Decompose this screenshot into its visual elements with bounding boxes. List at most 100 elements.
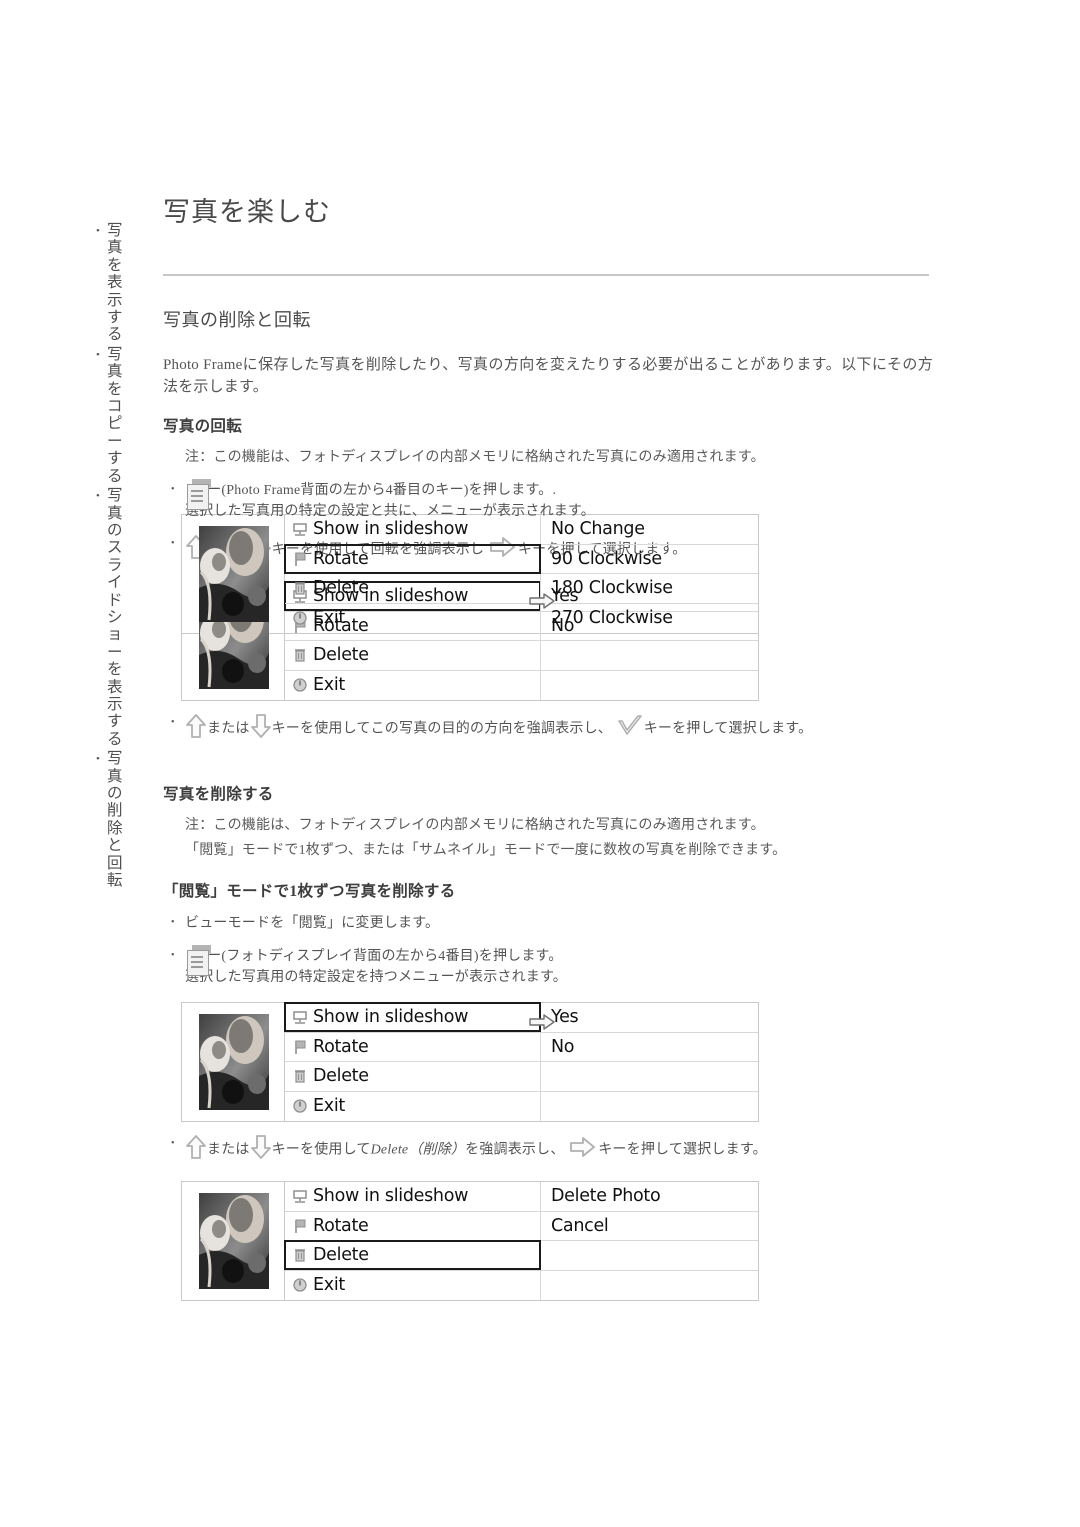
menu-row[interactable]: Rotate 90 Clockwise bbox=[284, 543, 758, 574]
menu-row-value: Cancel bbox=[551, 1215, 609, 1236]
menu-screenshot-2: Show in slideshow No Change Rotate 90 Cl… bbox=[181, 514, 759, 634]
menu-row-label: Delete bbox=[313, 645, 369, 666]
sidebar-bullet: • bbox=[96, 348, 100, 361]
menu-row-label-cell[interactable]: Exit bbox=[285, 1091, 541, 1121]
photo-thumbnail bbox=[199, 1193, 269, 1289]
menu-row-label-cell[interactable]: Delete bbox=[284, 1240, 541, 1270]
menu-row-value-cell[interactable]: Delete Photo bbox=[541, 1182, 758, 1211]
menu-row-label-cell[interactable]: Delete bbox=[285, 1062, 541, 1091]
menu-row-label-cell[interactable]: Rotate bbox=[285, 1211, 541, 1240]
photo-thumbnail-cell bbox=[182, 1182, 285, 1300]
delete-note-1: 注：この機能は、フォトディスプレイの内部メモリに格納された写真にのみ適用されます… bbox=[185, 818, 765, 833]
menu-row[interactable]: Exit bbox=[285, 1270, 758, 1301]
sidebar-bullet: • bbox=[96, 490, 100, 503]
menu-row-label-cell[interactable]: Show in slideshow bbox=[284, 1002, 555, 1032]
menu-row-label: Show in slideshow bbox=[313, 1186, 469, 1207]
arrow-down-icon bbox=[250, 713, 272, 746]
menu-row-label: Rotate bbox=[313, 548, 369, 569]
photo-thumbnail-cell bbox=[182, 1003, 285, 1121]
menu-row[interactable]: Show in slideshow Delete Photo bbox=[285, 1182, 758, 1212]
menu-row-label-cell[interactable]: Exit bbox=[285, 603, 541, 633]
sidebar-vertical-toc: • 写真を表示する • 写真をコピーする • 写真のスライドショーを表示する •… bbox=[96, 222, 156, 891]
menu-row[interactable]: Exit 270 Clockwise bbox=[285, 603, 758, 634]
menu-list: Show in slideshow Delete Photo Rotate Ca… bbox=[284, 1182, 758, 1301]
sidebar-item-copy-photos[interactable]: • 写真をコピーする bbox=[96, 346, 156, 485]
menu-row[interactable]: Rotate No bbox=[285, 1032, 758, 1062]
projector-icon bbox=[292, 1188, 308, 1204]
section-heading: 写真の削除と回転 bbox=[163, 310, 311, 330]
arrow-up-icon bbox=[185, 713, 207, 746]
rotate-step-3-part3: キーを押して選択します。 bbox=[643, 721, 813, 737]
menu-row-value-cell[interactable] bbox=[541, 1241, 758, 1270]
rotate-step-3-body: または キーを使用してこの写真の目的の方向を強調表示し、 キーを押して選択します… bbox=[185, 713, 933, 746]
menu-row-value-cell[interactable]: 180 Clockwise bbox=[541, 574, 758, 603]
delete-step-3-italic: Delete（削除） bbox=[370, 1142, 466, 1158]
menu-row-value-cell[interactable] bbox=[541, 1062, 758, 1091]
menu-row-value-cell[interactable]: Yes bbox=[541, 1003, 758, 1032]
menu-row-label-cell[interactable]: Exit bbox=[285, 1270, 541, 1300]
menu-row[interactable]: Show in slideshow Yes bbox=[284, 1002, 758, 1033]
menu-row-label-cell[interactable]: Delete bbox=[285, 641, 541, 670]
menu-row-value: 270 Clockwise bbox=[551, 608, 673, 629]
menu-row-label: Show in slideshow bbox=[313, 519, 469, 540]
menu-row[interactable]: Delete bbox=[285, 641, 758, 671]
menu-row-value-cell[interactable] bbox=[541, 1271, 758, 1301]
sidebar-item-label: 写真のスライドショーを表示する bbox=[107, 487, 123, 748]
menu-row-value-cell[interactable] bbox=[541, 671, 758, 701]
sidebar-item-delete-rotate[interactable]: • 写真の削除と回転 bbox=[96, 750, 156, 889]
subsection-heading-delete: 写真を削除する bbox=[163, 786, 274, 803]
intro-paragraph: Photo Frameに保存した写真を削除したり、写真の方向を変えたりする必要が… bbox=[163, 357, 933, 395]
checkmark-icon bbox=[616, 713, 644, 746]
menu-row[interactable]: Exit bbox=[285, 670, 758, 701]
menu-row-label-cell[interactable]: Rotate bbox=[285, 1032, 541, 1061]
menu-row-value-cell[interactable] bbox=[541, 1092, 758, 1122]
rotate-step-3-part2: キーを使用してこの写真の目的の方向を強調表示し、 bbox=[271, 721, 612, 737]
projector-icon bbox=[292, 1009, 308, 1025]
menu-row-value-cell[interactable]: 270 Clockwise bbox=[541, 604, 758, 634]
sidebar-item-display-photos[interactable]: • 写真を表示する bbox=[96, 222, 156, 344]
menu-row-label: Delete bbox=[313, 1245, 369, 1266]
menu-row-label-cell[interactable]: Show in slideshow bbox=[285, 1182, 541, 1211]
power-icon bbox=[292, 610, 308, 626]
menu-row-value: No bbox=[551, 1036, 575, 1057]
menu-row[interactable]: Delete bbox=[284, 1240, 758, 1271]
photo-thumbnail bbox=[199, 1014, 269, 1110]
trash-icon bbox=[292, 1068, 308, 1084]
flag-icon bbox=[292, 551, 308, 567]
menu-row[interactable]: Rotate Cancel bbox=[285, 1211, 758, 1241]
menu-row-label-cell[interactable]: Delete bbox=[285, 574, 541, 603]
menu-row-label: Exit bbox=[313, 608, 345, 629]
trash-icon bbox=[292, 647, 308, 663]
menu-row-label: Exit bbox=[313, 1096, 345, 1117]
sidebar-bullet: • bbox=[96, 753, 100, 766]
delete-step-3-part3: を強調表示し、 bbox=[465, 1142, 565, 1158]
menu-row-label: Delete bbox=[313, 578, 369, 599]
menu-row[interactable]: Delete 180 Clockwise bbox=[285, 574, 758, 604]
menu-row-label: Show in slideshow bbox=[313, 1007, 469, 1028]
photo-thumbnail bbox=[199, 526, 269, 622]
menu-row-value: 90 Clockwise bbox=[551, 548, 662, 569]
menu-row-value-cell[interactable]: No bbox=[541, 1033, 758, 1062]
menu-row[interactable]: Exit bbox=[285, 1091, 758, 1122]
arrow-right-icon bbox=[568, 1135, 598, 1166]
subsection-heading-rotate: 写真の回転 bbox=[163, 418, 243, 435]
sidebar-item-slideshow[interactable]: • 写真のスライドショーを表示する bbox=[96, 487, 156, 748]
menu-row[interactable]: Delete bbox=[285, 1062, 758, 1092]
bullet-dot: • bbox=[171, 1138, 175, 1149]
menu-row-value-cell[interactable] bbox=[541, 641, 758, 670]
delete-note-2: 「閲覧」モードで1枚ずつ、または「サムネイル」モードで一度に数枚の写真を削除でき… bbox=[185, 843, 787, 858]
rotate-step-3-part1: または bbox=[207, 721, 250, 737]
menu-row-value-cell[interactable]: Cancel bbox=[541, 1212, 758, 1241]
menu-row[interactable]: Show in slideshow No Change bbox=[285, 515, 758, 545]
menu-row-label-cell[interactable]: Show in slideshow bbox=[285, 515, 541, 544]
sidebar-item-label: 写真の削除と回転 bbox=[107, 750, 123, 890]
menu-row-label-cell[interactable]: Exit bbox=[285, 670, 541, 700]
subsection-heading-delete-one-by-one: 「閲覧」モードで1枚ずつ写真を削除する bbox=[163, 883, 456, 900]
delete-step-3-body: または キーを使用してDelete（削除）を強調表示し、 キーを押して選択します… bbox=[185, 1134, 933, 1167]
menu-row-label-cell[interactable]: Rotate bbox=[284, 543, 541, 574]
delete-step-1-body: ビューモードを「閲覧」に変更します。 bbox=[185, 916, 440, 931]
menu-row-value-cell[interactable]: 90 Clockwise bbox=[541, 545, 758, 574]
bullet-dot: • bbox=[171, 484, 175, 495]
projector-icon bbox=[292, 521, 308, 537]
menu-row-value-cell[interactable]: No Change bbox=[541, 515, 758, 544]
